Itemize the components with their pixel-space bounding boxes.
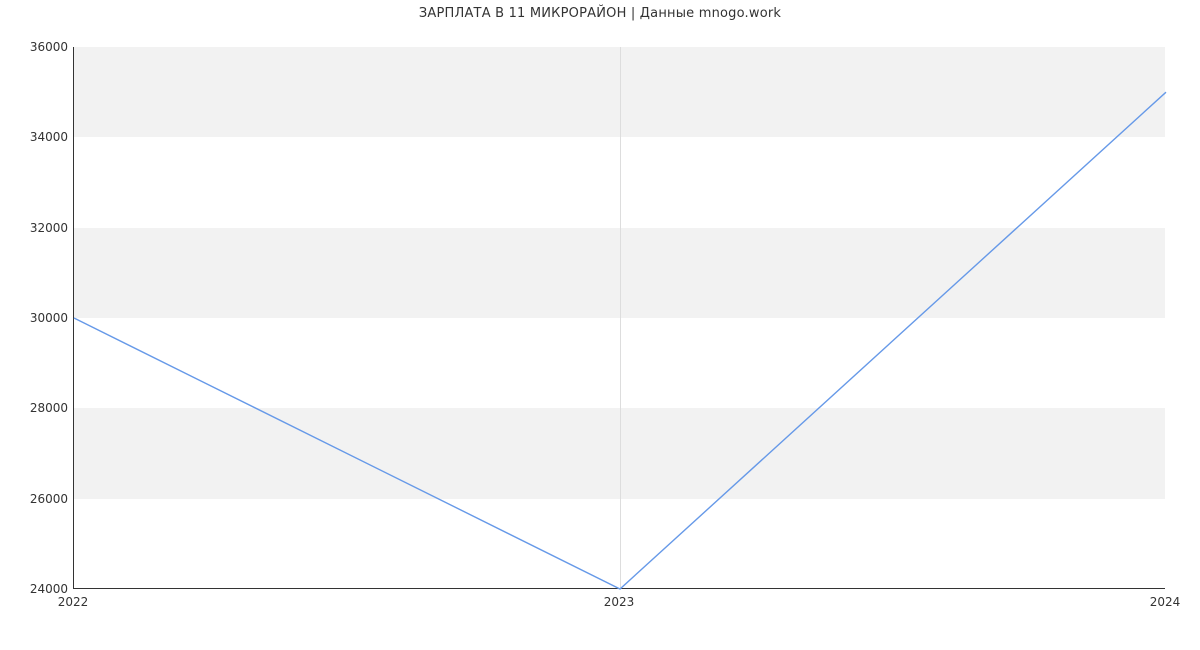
y-tick-label: 34000	[8, 130, 68, 144]
plot-area	[73, 47, 1165, 589]
y-tick-label: 26000	[8, 492, 68, 506]
x-tick-label: 2023	[604, 595, 635, 609]
chart-container: ЗАРПЛАТА В 11 МИКРОРАЙОН | Данные mnogo.…	[0, 0, 1200, 650]
y-tick-label: 36000	[8, 40, 68, 54]
line-series	[74, 47, 1166, 589]
x-tick-label: 2022	[58, 595, 89, 609]
y-tick-label: 30000	[8, 311, 68, 325]
y-tick-label: 24000	[8, 582, 68, 596]
y-tick-label: 32000	[8, 221, 68, 235]
x-tick-label: 2024	[1150, 595, 1181, 609]
y-tick-label: 28000	[8, 401, 68, 415]
chart-title: ЗАРПЛАТА В 11 МИКРОРАЙОН | Данные mnogo.…	[0, 6, 1200, 21]
